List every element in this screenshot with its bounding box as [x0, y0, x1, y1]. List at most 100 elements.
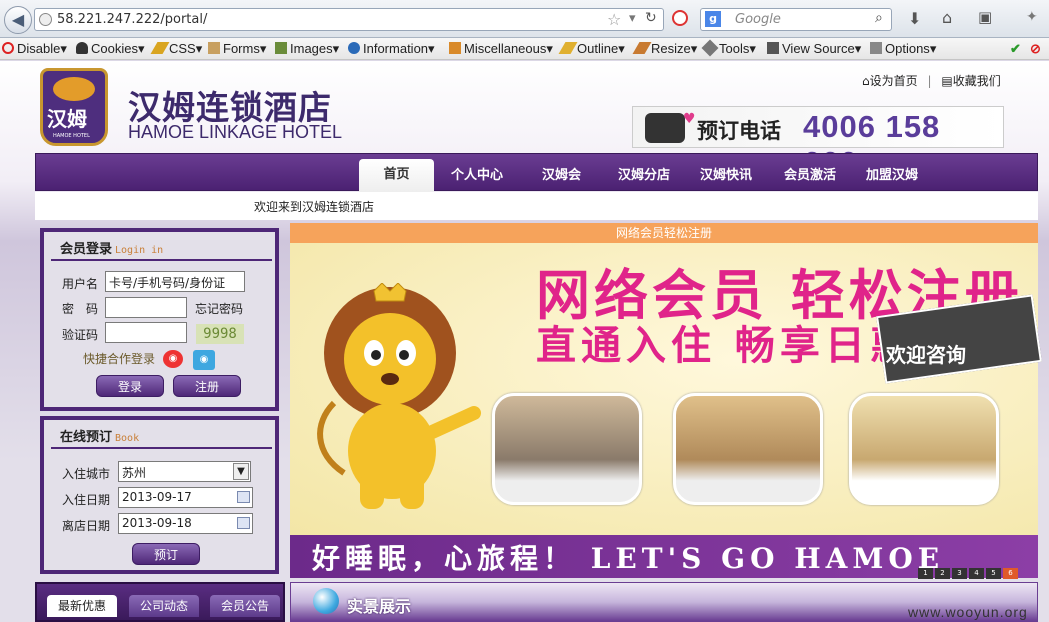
address-bar[interactable]: 58.221.247.222/portal/ ☆ ▾ ↻	[34, 8, 664, 31]
slide-indicators: 123456	[918, 564, 1020, 579]
phone-label: 预订电话	[697, 118, 781, 143]
nav-tab-franchise[interactable]: 加盟汉姆	[866, 164, 918, 183]
home-icon[interactable]: ⌂	[942, 8, 952, 27]
register-button[interactable]: 注册	[173, 375, 241, 397]
nav-tab-branches[interactable]: 汉姆分店	[618, 164, 670, 183]
promo-banner[interactable]: 网络会员轻松注册 网络会员 轻松注册 直通入住 畅享日惠 欢迎咨询 好睡眠，心旅…	[290, 223, 1042, 579]
captcha-image[interactable]: 9998	[196, 324, 244, 344]
clipboard-icon	[208, 42, 220, 54]
city-label: 入住城市	[62, 467, 111, 481]
checkout-input[interactable]: 2013-09-18	[118, 513, 253, 534]
slide-dot[interactable]: 4	[969, 568, 984, 579]
checkout-value: 2013-09-18	[122, 516, 192, 530]
devbar-options[interactable]: Options▾	[870, 41, 936, 57]
calendar-icon[interactable]	[237, 491, 250, 503]
book-button[interactable]: 预订	[132, 543, 200, 565]
devbar-label: Disable	[17, 41, 61, 56]
password-input[interactable]	[105, 297, 187, 318]
heart-icon: ♥	[683, 111, 696, 127]
nav-tab-club[interactable]: 汉姆会	[542, 164, 581, 183]
devbar-cookies[interactable]: Cookies▾	[76, 41, 145, 57]
addon-icon[interactable]: ✦	[1026, 9, 1038, 25]
error-icon[interactable]: ⊘	[1030, 41, 1041, 57]
search-input[interactable]: g Google ⌕	[700, 8, 892, 31]
back-arrow-icon[interactable]: ◀	[4, 6, 32, 34]
browser-toolbar: ◀ 58.221.247.222/portal/ ☆ ▾ ↻ g Google …	[0, 0, 1049, 38]
city-select[interactable]: 苏州 ▼	[118, 461, 251, 482]
devbar-css[interactable]: CSS▾	[150, 41, 202, 57]
info-icon	[348, 42, 360, 54]
slide-dot-active[interactable]: 6	[1003, 568, 1018, 579]
slide-dot[interactable]: 3	[952, 568, 967, 579]
chevron-down-icon[interactable]: ▼	[233, 463, 249, 480]
devbar-view-source[interactable]: View Source▾	[767, 41, 861, 57]
reload-icon[interactable]: ↻	[645, 10, 657, 26]
booking-title-en: Book	[115, 433, 140, 444]
slide-dot[interactable]: 5	[986, 568, 1001, 579]
hotel-logo[interactable]: 汉姆 HAMOE HOTEL	[40, 68, 108, 146]
devbar-resize[interactable]: Resize▾	[632, 41, 697, 57]
block-icon[interactable]	[672, 10, 688, 26]
banner-headline-2: 直通入住 畅享日惠	[536, 322, 915, 369]
hotel-title-en: HAMOE LINKAGE HOTEL	[128, 122, 343, 142]
tencent-weibo-icon[interactable]: ◉	[193, 350, 215, 370]
devbar-forms[interactable]: Forms▾	[208, 41, 266, 57]
devbar-label: Resize	[651, 41, 691, 56]
username-input[interactable]: 卡号/手机号码/身份证	[105, 271, 245, 292]
calendar-icon[interactable]	[237, 517, 250, 529]
nav-tab-personal[interactable]: 个人中心	[451, 164, 503, 183]
checkin-input[interactable]: 2013-09-17	[118, 487, 253, 508]
tab-company-news[interactable]: 公司动态	[129, 595, 199, 617]
devbar-tools[interactable]: Tools▾	[701, 39, 756, 57]
devbar-misc[interactable]: Miscellaneous▾	[449, 41, 553, 57]
login-button[interactable]: 登录	[96, 375, 164, 397]
devbar-label: Images	[290, 41, 333, 56]
login-panel: 会员登录 Login in 用户名 卡号/手机号码/身份证 密 码 忘记密码 验证…	[40, 228, 279, 411]
disable-icon	[2, 42, 14, 54]
dropdown-icon[interactable]: ▾	[629, 11, 636, 26]
download-icon[interactable]: ⬇	[908, 9, 921, 28]
room-photo-3	[849, 393, 999, 505]
nav-tab-activate[interactable]: 会员激活	[784, 164, 836, 183]
check-icon[interactable]: ✔	[1010, 41, 1021, 57]
google-icon[interactable]: g	[705, 11, 721, 27]
welcome-text: 欢迎来到汉姆连锁酒店	[254, 200, 375, 214]
tab-member-notices[interactable]: 会员公告	[210, 595, 280, 617]
nav-tab-home[interactable]: 首页	[359, 159, 434, 192]
quick-login-label: 快捷合作登录	[83, 352, 156, 366]
news-tabs: 最新优惠 公司动态 会员公告	[35, 582, 285, 622]
devbar-label: Miscellaneous	[464, 41, 547, 56]
consult-label: 欢迎咨询	[886, 343, 966, 367]
devbar-outline[interactable]: Outline▾	[558, 41, 625, 57]
devbar-label: Information	[363, 41, 429, 56]
pencil-icon	[150, 42, 170, 54]
magnifier-icon[interactable]: ⌕	[875, 10, 883, 26]
devbar-label: Cookies	[91, 41, 138, 56]
devbar-images[interactable]: Images▾	[275, 41, 339, 57]
nav-tab-news[interactable]: 汉姆快讯	[700, 164, 752, 183]
checkin-value: 2013-09-17	[122, 490, 192, 504]
page: 汉姆 HAMOE HOTEL 汉姆连锁酒店 HAMOE LINKAGE HOTE…	[0, 61, 1049, 622]
slide-dot[interactable]: 2	[935, 568, 950, 579]
tools-icon	[701, 39, 719, 57]
devbar-label: CSS	[169, 41, 196, 56]
slide-dot[interactable]: 1	[918, 568, 933, 579]
sina-weibo-icon[interactable]: ◉	[163, 350, 183, 368]
captcha-label: 验证码	[62, 328, 99, 342]
bookmarks-icon[interactable]: ▣	[978, 8, 992, 26]
devbar-disable[interactable]: Disable▾	[2, 41, 67, 57]
bookmark-star-icon[interactable]: ☆	[607, 10, 621, 29]
booking-title: 在线预订 Book	[60, 426, 139, 445]
login-title-text: 会员登录	[60, 242, 113, 257]
devbar-information[interactable]: Information▾	[348, 41, 435, 57]
forgot-password-link[interactable]: 忘记密码	[195, 300, 243, 317]
booking-panel: 在线预订 Book 入住城市 苏州 ▼ 入住日期 2013-09-17 离店日期 …	[40, 416, 279, 574]
set-home-link[interactable]: 设为首页	[870, 74, 918, 88]
checkout-label: 离店日期	[62, 519, 111, 533]
devbar-label: Tools	[719, 41, 750, 56]
tab-latest-offers[interactable]: 最新优惠	[47, 595, 117, 617]
login-title: 会员登录 Login in	[60, 238, 163, 257]
globe-icon	[313, 588, 339, 614]
captcha-input[interactable]	[105, 322, 187, 343]
favorite-link[interactable]: 收藏我们	[953, 74, 1001, 88]
